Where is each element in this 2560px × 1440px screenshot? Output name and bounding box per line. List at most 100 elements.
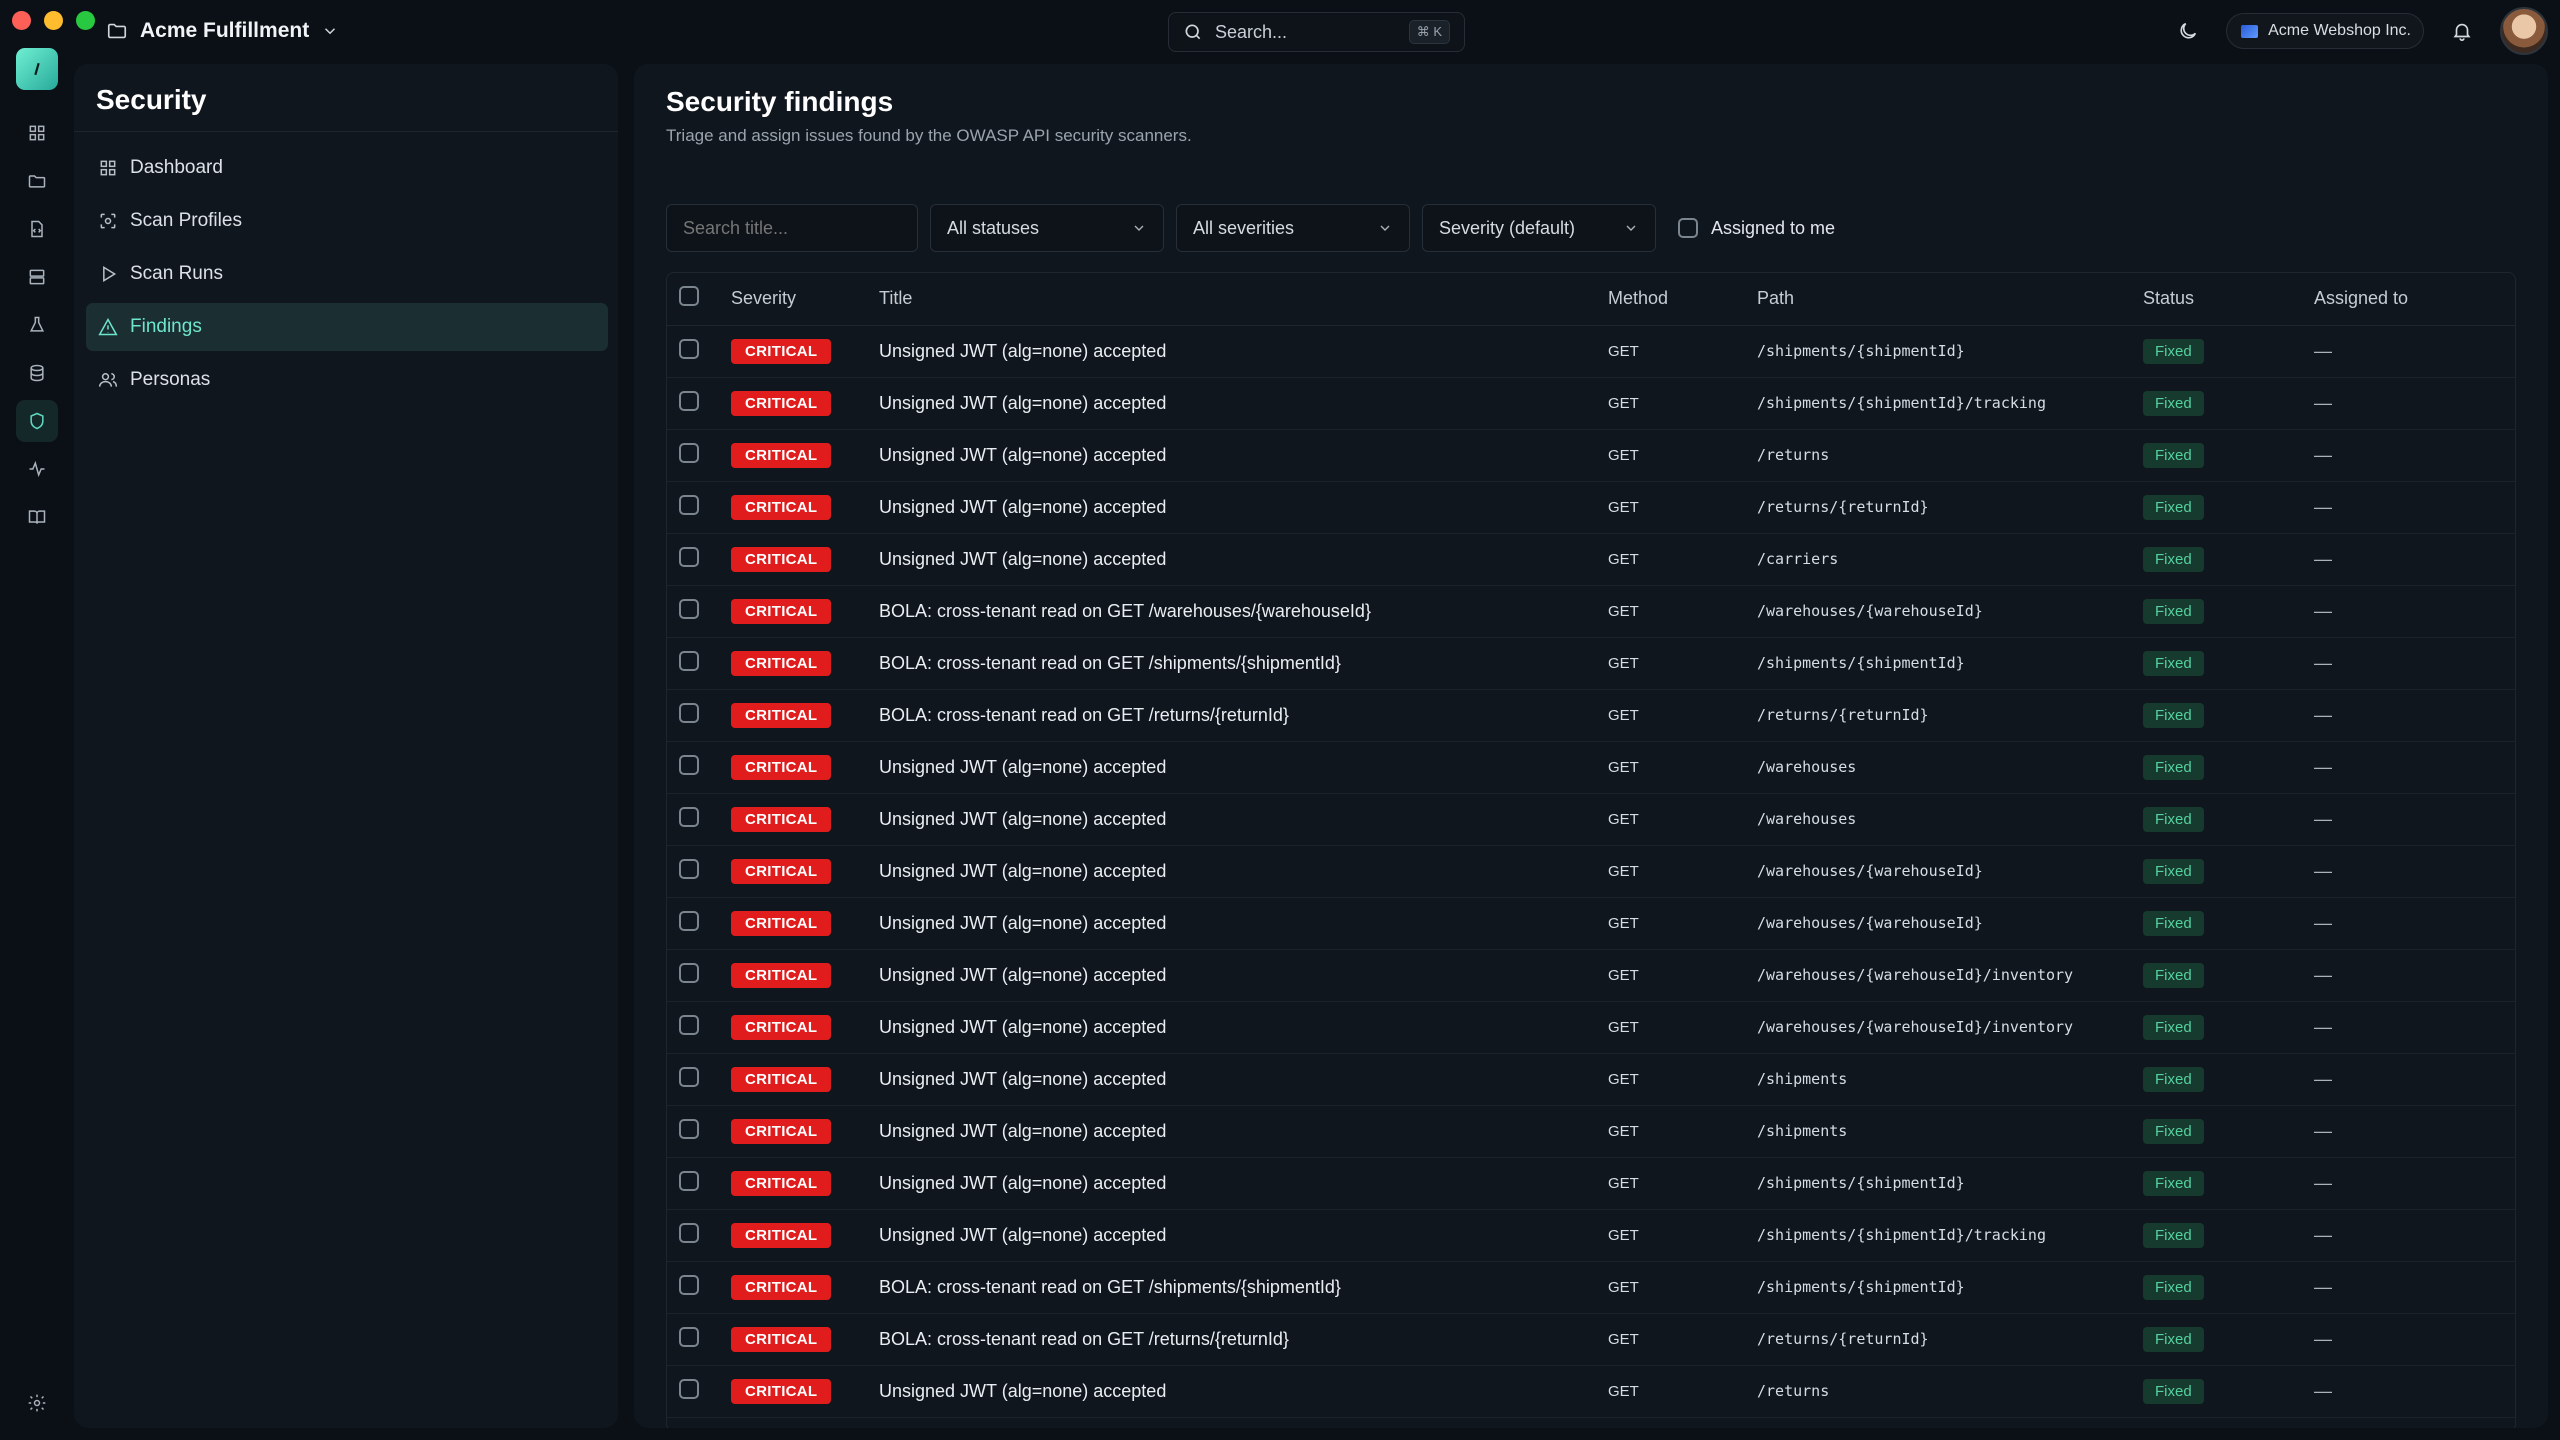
assignee-cell[interactable]: —	[2314, 585, 2515, 638]
assignee-cell[interactable]: —	[2314, 741, 2515, 794]
row-checkbox[interactable]	[679, 1118, 699, 1139]
workspace-switcher[interactable]: Acme Fulfillment	[106, 14, 339, 48]
rail-database[interactable]	[16, 352, 58, 394]
finding-title[interactable]: Unsigned JWT (alg=none) accepted	[879, 1105, 1608, 1158]
column-header-status[interactable]: Status	[2143, 273, 2314, 326]
table-row[interactable]: CRITICAL Unsigned JWT (alg=none) accepted…	[667, 793, 2515, 846]
assignee-cell[interactable]: —	[2314, 897, 2515, 950]
row-checkbox[interactable]	[679, 1014, 699, 1035]
row-checkbox[interactable]	[679, 1326, 699, 1347]
assignee-cell[interactable]: —	[2314, 1365, 2515, 1418]
finding-title[interactable]: Unsigned JWT (alg=none) accepted	[879, 1365, 1608, 1418]
table-row[interactable]: CRITICAL Unsigned JWT (alg=none) accepted…	[667, 1365, 2515, 1418]
assigned-to-me-filter[interactable]: Assigned to me	[1678, 218, 1835, 239]
assignee-cell[interactable]: —	[2314, 1157, 2515, 1210]
finding-title[interactable]: BOLA: cross-tenant read on GET /shipment…	[879, 637, 1608, 690]
close-window-button[interactable]	[12, 11, 31, 30]
row-checkbox[interactable]	[679, 962, 699, 983]
app-logo[interactable]	[16, 48, 58, 90]
assignee-cell[interactable]: —	[2314, 377, 2515, 430]
table-row[interactable]: CRITICAL Unsigned JWT (alg=none) accepted…	[667, 1209, 2515, 1262]
row-checkbox[interactable]	[679, 1066, 699, 1087]
assignee-cell[interactable]: —	[2314, 689, 2515, 742]
row-checkbox[interactable]	[679, 1274, 699, 1295]
status-filter-select[interactable]: All statuses	[930, 204, 1164, 252]
table-row[interactable]: CRITICAL BOLA: cross-tenant read on GET /…	[667, 1261, 2515, 1314]
assignee-cell[interactable]: —	[2314, 429, 2515, 482]
table-row[interactable]: CRITICAL Unsigned JWT (alg=none) accepted…	[667, 377, 2515, 430]
rail-docs[interactable]	[16, 496, 58, 538]
finding-title[interactable]: Unsigned JWT (alg=none) accepted	[879, 1053, 1608, 1106]
assigned-to-me-checkbox[interactable]	[1678, 218, 1698, 238]
row-checkbox[interactable]	[679, 858, 699, 879]
finding-title[interactable]: Unsigned JWT (alg=none) accepted	[879, 949, 1608, 1002]
rail-projects[interactable]	[16, 160, 58, 202]
assignee-cell[interactable]: —	[2314, 1053, 2515, 1106]
table-row[interactable]: CRITICAL BOLA: cross-tenant read on GET /…	[667, 585, 2515, 638]
sidebar-item-scan-profiles[interactable]: Scan Profiles	[86, 197, 608, 245]
table-row[interactable]: CRITICAL Unsigned JWT (alg=none) accepted…	[667, 325, 2515, 378]
row-checkbox[interactable]	[679, 1222, 699, 1243]
minimize-window-button[interactable]	[44, 11, 63, 30]
notifications-button[interactable]	[2450, 19, 2474, 43]
global-search[interactable]: Search... ⌘ K	[1168, 12, 1465, 52]
theme-toggle-button[interactable]	[2176, 19, 2200, 43]
assignee-cell[interactable]: —	[2314, 481, 2515, 534]
assignee-cell[interactable]: —	[2314, 1105, 2515, 1158]
assignee-cell[interactable]: —	[2314, 325, 2515, 378]
sidebar-item-findings[interactable]: Findings	[86, 303, 608, 351]
row-checkbox[interactable]	[679, 442, 699, 463]
maximize-window-button[interactable]	[76, 11, 95, 30]
finding-title[interactable]: Unsigned JWT (alg=none) accepted	[879, 793, 1608, 846]
row-checkbox[interactable]	[679, 546, 699, 567]
assignee-cell[interactable]: —	[2314, 845, 2515, 898]
finding-title[interactable]: Unsigned JWT (alg=none) accepted	[879, 533, 1608, 586]
finding-title[interactable]: Unsigned JWT (alg=none) accepted	[879, 741, 1608, 794]
rail-settings[interactable]	[16, 1382, 58, 1424]
finding-title[interactable]: Unsigned JWT (alg=none) accepted	[879, 845, 1608, 898]
table-row[interactable]: CRITICAL Unsigned JWT (alg=none) accepted…	[667, 949, 2515, 1002]
table-row[interactable]: CRITICAL Unsigned JWT (alg=none) accepted…	[667, 1105, 2515, 1158]
assignee-cell[interactable]: —	[2314, 533, 2515, 586]
row-checkbox[interactable]	[679, 598, 699, 619]
rail-security[interactable]	[16, 400, 58, 442]
table-row[interactable]: CRITICAL BOLA: cross-tenant read on GET /…	[667, 1313, 2515, 1366]
column-header-severity[interactable]: Severity	[731, 273, 879, 326]
rail-servers[interactable]	[16, 256, 58, 298]
row-checkbox[interactable]	[679, 650, 699, 671]
finding-title[interactable]: Unsigned JWT (alg=none) accepted	[879, 429, 1608, 482]
table-row[interactable]: CRITICAL Unsigned JWT (alg=none) accepted…	[667, 481, 2515, 534]
finding-title[interactable]: Unsigned JWT (alg=none) accepted	[879, 897, 1608, 950]
finding-title[interactable]: BOLA: cross-tenant read on GET /shipment…	[879, 1261, 1608, 1314]
select-all-checkbox[interactable]	[679, 286, 699, 307]
table-row[interactable]: CRITICAL BOLA: cross-tenant read on GET /…	[667, 637, 2515, 690]
assignee-cell[interactable]: —	[2314, 949, 2515, 1002]
finding-title[interactable]: Unsigned JWT (alg=none) accepted	[879, 1209, 1608, 1262]
finding-title[interactable]: Unsigned JWT (alg=none) accepted	[879, 377, 1608, 430]
row-checkbox[interactable]	[679, 338, 699, 359]
finding-title[interactable]: BOLA: cross-tenant read on GET /returns/…	[879, 1313, 1608, 1366]
rail-documents[interactable]	[16, 208, 58, 250]
user-avatar[interactable]	[2500, 7, 2548, 55]
table-row[interactable]: CRITICAL Unsigned JWT (alg=none) accepted…	[667, 1001, 2515, 1054]
row-checkbox[interactable]	[679, 494, 699, 515]
assignee-cell[interactable]: —	[2314, 1313, 2515, 1366]
table-row[interactable]: CRITICAL Unsigned JWT (alg=none) accepted…	[667, 1157, 2515, 1210]
table-row[interactable]: CRITICAL Unsigned JWT (alg=none) accepted…	[667, 897, 2515, 950]
table-row[interactable]: CRITICAL BOLA: cross-tenant read on GET /…	[667, 689, 2515, 742]
table-row[interactable]: CRITICAL Unsigned JWT (alg=none) accepted…	[667, 429, 2515, 482]
assignee-cell[interactable]: —	[2314, 637, 2515, 690]
table-row[interactable]: CRITICAL Unsigned JWT (alg=none) accepted…	[667, 533, 2515, 586]
row-checkbox[interactable]	[679, 1378, 699, 1399]
sort-select[interactable]: Severity (default)	[1422, 204, 1656, 252]
finding-title[interactable]: Unsigned JWT (alg=none) accepted	[879, 1001, 1608, 1054]
finding-title[interactable]: BOLA: cross-tenant read on GET /returns/…	[879, 689, 1608, 742]
table-row[interactable]: CRITICAL Unsigned JWT (alg=none) accepted…	[667, 1053, 2515, 1106]
row-checkbox[interactable]	[679, 390, 699, 411]
table-row[interactable]: CRITICAL Unsigned JWT (alg=none) accepted…	[667, 741, 2515, 794]
assignee-cell[interactable]: —	[2314, 1209, 2515, 1262]
sidebar-item-dashboard[interactable]: Dashboard	[86, 144, 608, 192]
sidebar-item-scan-runs[interactable]: Scan Runs	[86, 250, 608, 298]
org-switcher[interactable]: Acme Webshop Inc.	[2226, 13, 2424, 49]
finding-title[interactable]: Unsigned JWT (alg=none) accepted	[879, 325, 1608, 378]
